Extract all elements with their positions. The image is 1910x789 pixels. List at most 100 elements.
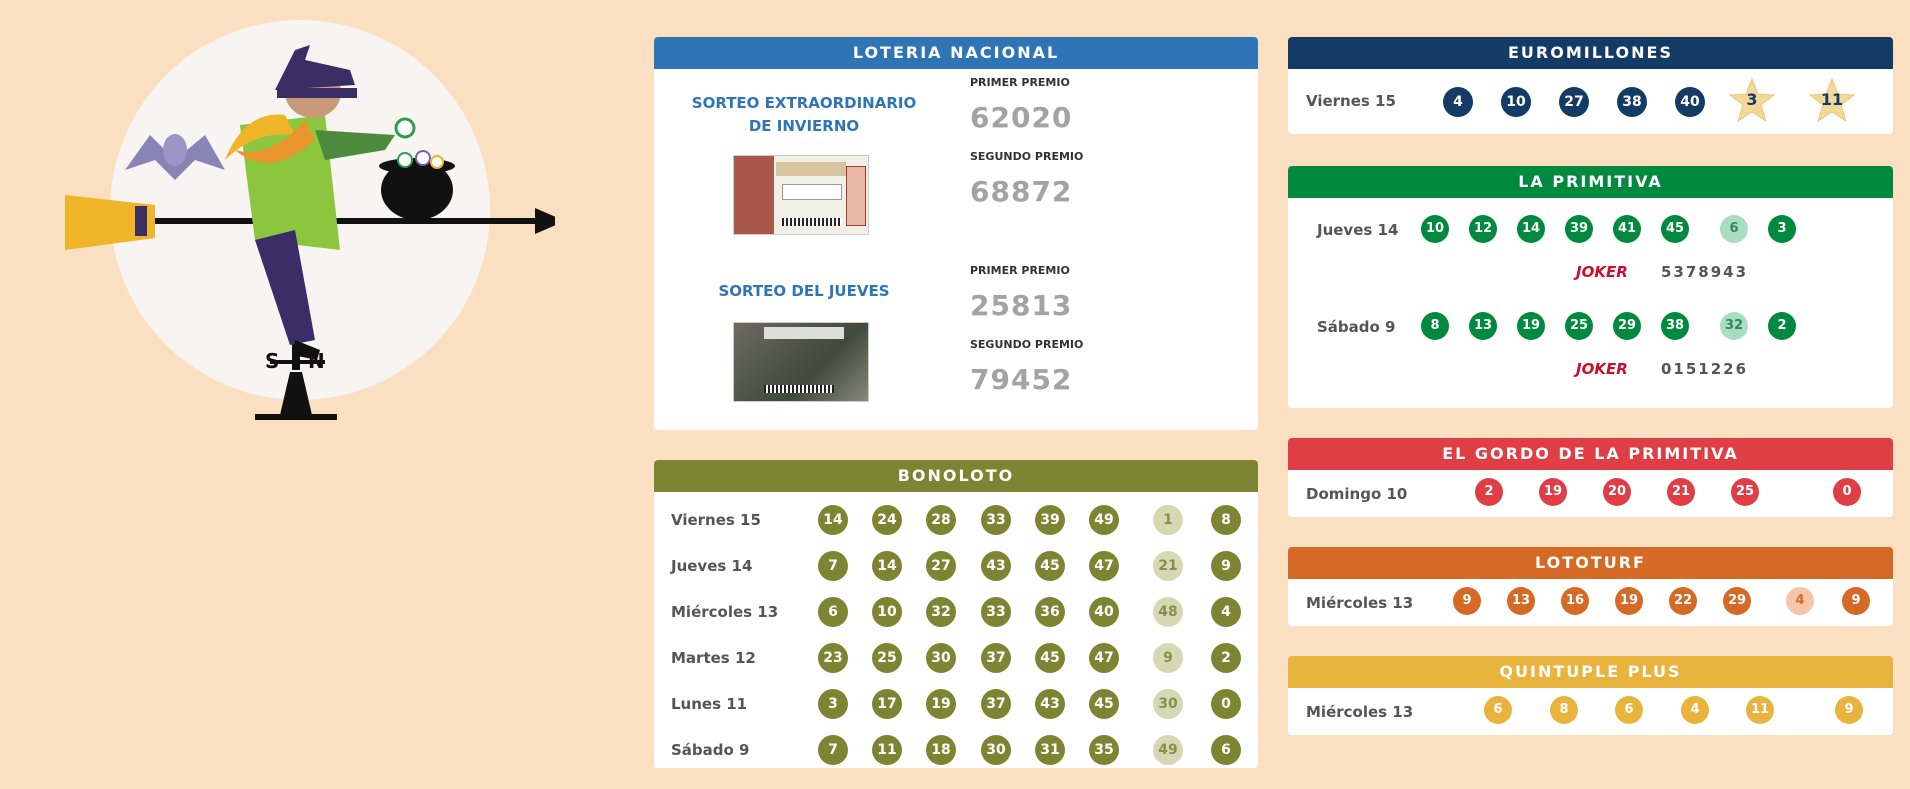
- complementario-ball: 49: [1153, 735, 1183, 765]
- reintegro-ball: 0: [1211, 689, 1241, 719]
- complementario-ball: 1: [1153, 505, 1183, 535]
- reintegro-ball: 8: [1211, 505, 1241, 535]
- euromillones-number-ball: 27: [1559, 87, 1589, 117]
- bonoloto-number-ball: 40: [1089, 597, 1119, 627]
- second-prize-label: SEGUNDO PREMIO: [970, 150, 1084, 163]
- bonoloto-day-label: Viernes 15: [671, 511, 761, 529]
- first-prize-label: PRIMER PREMIO: [970, 76, 1070, 89]
- primitiva-card: LA PRIMITIVA Jueves 14 10 12 14 39 41 45 6 3 JOKE…: [1288, 166, 1893, 408]
- bonoloto-number-ball: 43: [1035, 689, 1065, 719]
- gordo-number-ball: 2: [1475, 478, 1503, 506]
- first-prize-number: 62020: [970, 101, 1073, 134]
- bonoloto-number-ball: 47: [1089, 551, 1119, 581]
- loteria-nacional-card: LOTERIA NACIONAL SORTEO EXTRAORDINARIO D…: [654, 37, 1258, 430]
- bonoloto-number-ball: 19: [926, 689, 956, 719]
- second-prize-label: SEGUNDO PREMIO: [970, 338, 1084, 351]
- joker-logo: JOKER: [1576, 263, 1628, 281]
- reintegro-ball: 9: [1835, 696, 1863, 724]
- bonoloto-number-ball: 37: [981, 689, 1011, 719]
- bonoloto-number-ball: 39: [1035, 505, 1065, 535]
- ticket-image-invierno[interactable]: [733, 155, 869, 235]
- bonoloto-day-label: Sábado 9: [671, 741, 750, 759]
- gordo-number-ball: 25: [1731, 478, 1759, 506]
- bonoloto-number-ball: 32: [926, 597, 956, 627]
- gordo-number-ball: 20: [1603, 478, 1631, 506]
- gordo-card: EL GORDO DE LA PRIMITIVA Domingo 10 2 19 2…: [1288, 438, 1893, 517]
- reintegro-ball: 4: [1211, 597, 1241, 627]
- primitiva-number-ball: 8: [1421, 312, 1449, 340]
- primitiva-number-ball: 25: [1565, 312, 1593, 340]
- bonoloto-number-ball: 7: [818, 735, 848, 765]
- bonoloto-day-label: Jueves 14: [671, 557, 753, 575]
- quintuple-title: QUINTUPLE PLUS: [1288, 656, 1893, 688]
- bonoloto-number-ball: 14: [872, 551, 902, 581]
- bonoloto-number-ball: 18: [926, 735, 956, 765]
- lototurf-number-ball: 13: [1507, 587, 1535, 615]
- gordo-number-ball: 19: [1539, 478, 1567, 506]
- primitiva-number-ball: 38: [1661, 312, 1689, 340]
- quintuple-number-ball: 6: [1484, 696, 1512, 724]
- second-prize-number: 79452: [970, 363, 1073, 396]
- bonoloto-number-ball: 10: [872, 597, 902, 627]
- gordo-number-ball: 21: [1667, 478, 1695, 506]
- lototurf-number-ball: 16: [1561, 587, 1589, 615]
- lototurf-card: LOTOTURF Miércoles 13 9 13 16 19 22 29 4 9: [1288, 547, 1893, 626]
- bonoloto-title: BONOLOTO: [654, 460, 1258, 492]
- euromillones-number-ball: 38: [1617, 87, 1647, 117]
- bonoloto-number-ball: 49: [1089, 505, 1119, 535]
- joker-number: 5378943: [1661, 263, 1749, 281]
- lototurf-number-ball: 22: [1669, 587, 1697, 615]
- bonoloto-number-ball: 43: [981, 551, 1011, 581]
- first-prize-label: PRIMER PREMIO: [970, 264, 1070, 277]
- bonoloto-number-ball: 14: [818, 505, 848, 535]
- bonoloto-number-ball: 45: [1035, 643, 1065, 673]
- bonoloto-number-ball: 37: [981, 643, 1011, 673]
- quintuple-number-ball: 11: [1746, 696, 1774, 724]
- star-icon: 3: [1728, 77, 1776, 123]
- primitiva-number-ball: 45: [1661, 215, 1689, 243]
- draw-day-label: Viernes 15: [1306, 92, 1396, 110]
- bonoloto-number-ball: 6: [818, 597, 848, 627]
- bonoloto-number-ball: 45: [1089, 689, 1119, 719]
- reintegro-ball: 2: [1211, 643, 1241, 673]
- draw-title-invierno[interactable]: SORTEO EXTRAORDINARIO DE INVIERNO: [684, 92, 924, 138]
- bonoloto-number-ball: 35: [1089, 735, 1119, 765]
- complementario-ball: 6: [1720, 215, 1748, 243]
- quintuple-card: QUINTUPLE PLUS Miércoles 13 6 8 6 4 11 9: [1288, 656, 1893, 735]
- bonoloto-number-ball: 31: [1035, 735, 1065, 765]
- primitiva-number-ball: 14: [1517, 215, 1545, 243]
- reintegro-ball: 2: [1768, 312, 1796, 340]
- bonoloto-day-label: Martes 12: [671, 649, 756, 667]
- witch-illustration: S N: [55, 10, 565, 430]
- bonoloto-number-ball: 23: [818, 643, 848, 673]
- primitiva-number-ball: 13: [1469, 312, 1497, 340]
- caballo-ball: 4: [1786, 587, 1814, 615]
- primitiva-day-label: Sábado 9: [1317, 318, 1396, 336]
- bonoloto-number-ball: 45: [1035, 551, 1065, 581]
- ticket-image-jueves[interactable]: [733, 322, 869, 402]
- reintegro-ball: 3: [1768, 215, 1796, 243]
- svg-text:S: S: [265, 349, 279, 373]
- quintuple-number-ball: 8: [1550, 696, 1578, 724]
- gordo-title: EL GORDO DE LA PRIMITIVA: [1288, 438, 1893, 470]
- bonoloto-number-ball: 36: [1035, 597, 1065, 627]
- quintuple-number-ball: 6: [1615, 696, 1643, 724]
- first-prize-number: 25813: [970, 289, 1073, 322]
- bonoloto-number-ball: 33: [981, 505, 1011, 535]
- star-number: 11: [1820, 90, 1844, 109]
- draw-day-label: Miércoles 13: [1306, 594, 1414, 612]
- euromillones-number-ball: 10: [1501, 87, 1531, 117]
- primitiva-number-ball: 29: [1613, 312, 1641, 340]
- bonoloto-number-ball: 7: [818, 551, 848, 581]
- quintuple-number-ball: 4: [1681, 696, 1709, 724]
- bonoloto-card: BONOLOTO Viernes 15 14 2 4 28 33 39 49 1 8 Jueves …: [654, 460, 1258, 768]
- star-icon: 11: [1808, 77, 1856, 123]
- bonoloto-day-label: Lunes 11: [671, 695, 748, 713]
- euromillones-card: EUROMILLONES Viernes 15 4 10 27 38 40 3 11: [1288, 37, 1893, 134]
- bonoloto-number-ball: 30: [926, 643, 956, 673]
- bonoloto-number-ball: 11: [872, 735, 902, 765]
- lototurf-number-ball: 19: [1615, 587, 1643, 615]
- draw-title-jueves[interactable]: SORTEO DEL JUEVES: [684, 280, 924, 303]
- bonoloto-number-ball: 25: [872, 643, 902, 673]
- bonoloto-number-ball: 28: [926, 505, 956, 535]
